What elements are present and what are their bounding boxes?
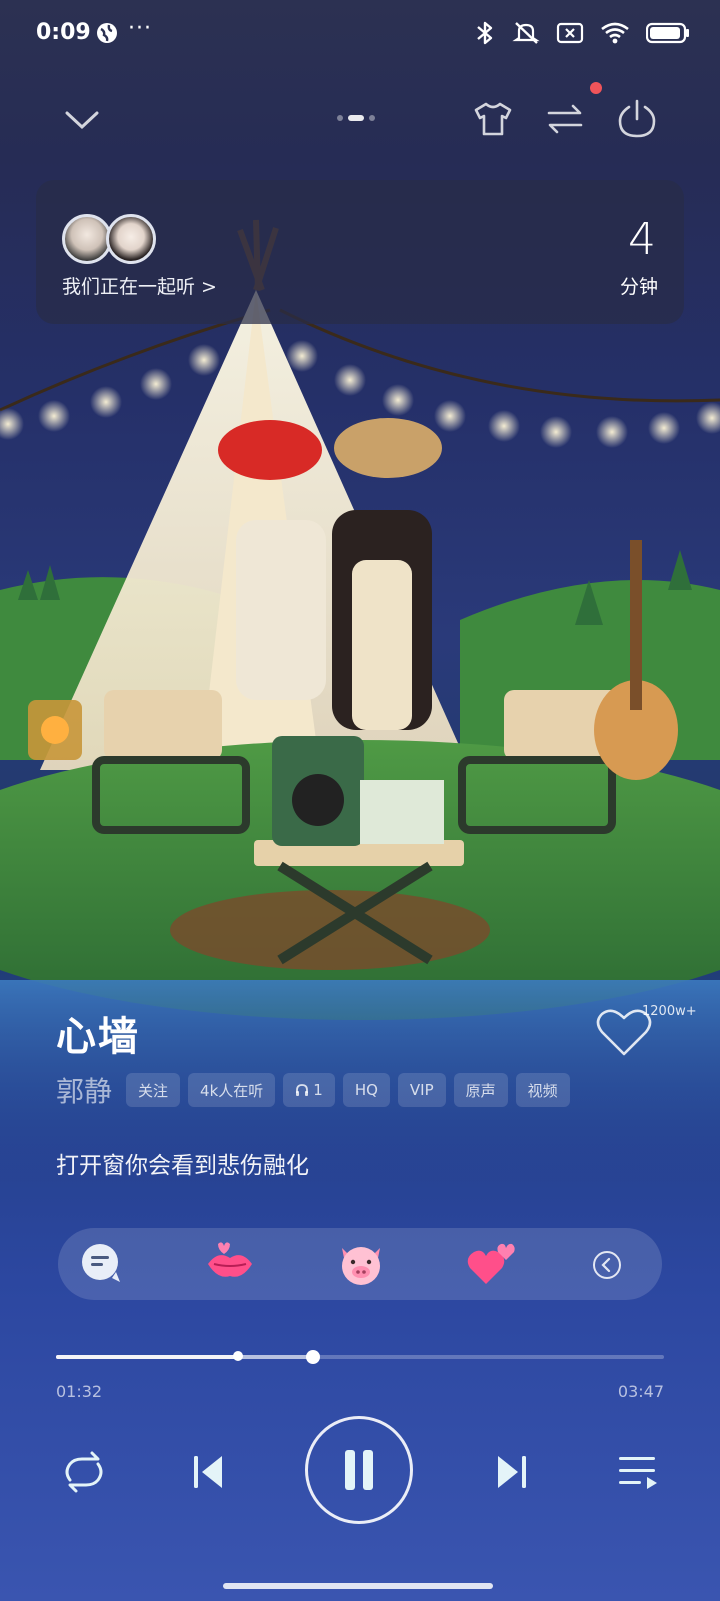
like-count: 1200w+ (642, 1004, 697, 1019)
artist-name[interactable]: 郭静 (56, 1070, 112, 1110)
pig-face-icon[interactable] (336, 1240, 384, 1288)
mute-bell-icon (512, 22, 540, 44)
video-tag[interactable]: 视频 (515, 1073, 570, 1107)
buffer-marker (232, 1351, 243, 1361)
original-tag[interactable]: 原声 (453, 1073, 508, 1107)
chat-bubble-icon[interactable] (78, 1240, 126, 1288)
battery-icon (646, 22, 689, 44)
next-track-icon[interactable] (486, 1446, 538, 1498)
page-indicator (337, 115, 375, 121)
status-time: 0:09 (36, 20, 91, 45)
no-sim-icon (556, 22, 584, 44)
vip-tag[interactable]: VIP (397, 1073, 446, 1107)
home-indicator[interactable] (223, 1583, 493, 1589)
progress-bar[interactable] (56, 1350, 664, 1364)
notification-dot (590, 82, 602, 94)
collapse-left-icon[interactable] (592, 1250, 622, 1280)
song-title: 心墙 (56, 1014, 140, 1060)
listen-together-label[interactable]: 我们正在一起听 > (62, 272, 217, 299)
listeners-tag[interactable]: 4k人在听 (188, 1073, 276, 1107)
playback-controls (0, 1416, 720, 1528)
follow-tag[interactable]: 关注 (126, 1073, 181, 1107)
hearts-icon[interactable] (466, 1240, 515, 1288)
hq-tag[interactable]: HQ (342, 1073, 390, 1107)
progress-fill (56, 1355, 238, 1359)
lips-icon[interactable] (204, 1240, 252, 1288)
progress-knob[interactable] (305, 1350, 320, 1364)
listen-together-tag[interactable]: 1 (283, 1073, 335, 1107)
repeat-icon[interactable] (58, 1446, 110, 1498)
status-icons (474, 20, 690, 46)
listener-avatars (62, 214, 162, 266)
globe-icon (97, 23, 117, 43)
bluetooth-icon (477, 21, 493, 45)
swap-arrows-icon[interactable] (542, 96, 588, 142)
power-icon[interactable] (612, 94, 662, 144)
listen-minutes-value: 4 (628, 214, 656, 265)
avatar (62, 214, 112, 264)
listen-together-card[interactable]: 我们正在一起听 > 4 分钟 (36, 180, 684, 324)
chevron-down-icon[interactable] (60, 98, 104, 142)
status-bar: 0:09 ··· (0, 0, 720, 70)
playlist-icon[interactable] (612, 1446, 664, 1498)
artist-row: 郭静 关注 4k人在听 1 HQ VIP 原声 视频 (56, 1070, 570, 1110)
pause-icon (345, 1450, 373, 1490)
wifi-icon (601, 22, 629, 44)
listen-together-count: 1 (313, 1081, 323, 1099)
player-top-bar (0, 82, 720, 150)
listen-minutes-unit: 分钟 (619, 276, 658, 298)
elapsed-time: 01:32 (56, 1382, 103, 1401)
reaction-bar (58, 1228, 662, 1300)
total-time: 03:47 (617, 1382, 664, 1401)
tshirt-icon[interactable] (470, 96, 516, 142)
avatar (106, 214, 156, 264)
pause-button[interactable] (305, 1416, 413, 1524)
previous-track-icon[interactable] (182, 1446, 234, 1498)
current-lyric[interactable]: 打开窗你会看到悲伤融化 (56, 1146, 309, 1180)
headphones-icon (296, 1084, 309, 1096)
status-more-dots: ··· (128, 16, 152, 41)
